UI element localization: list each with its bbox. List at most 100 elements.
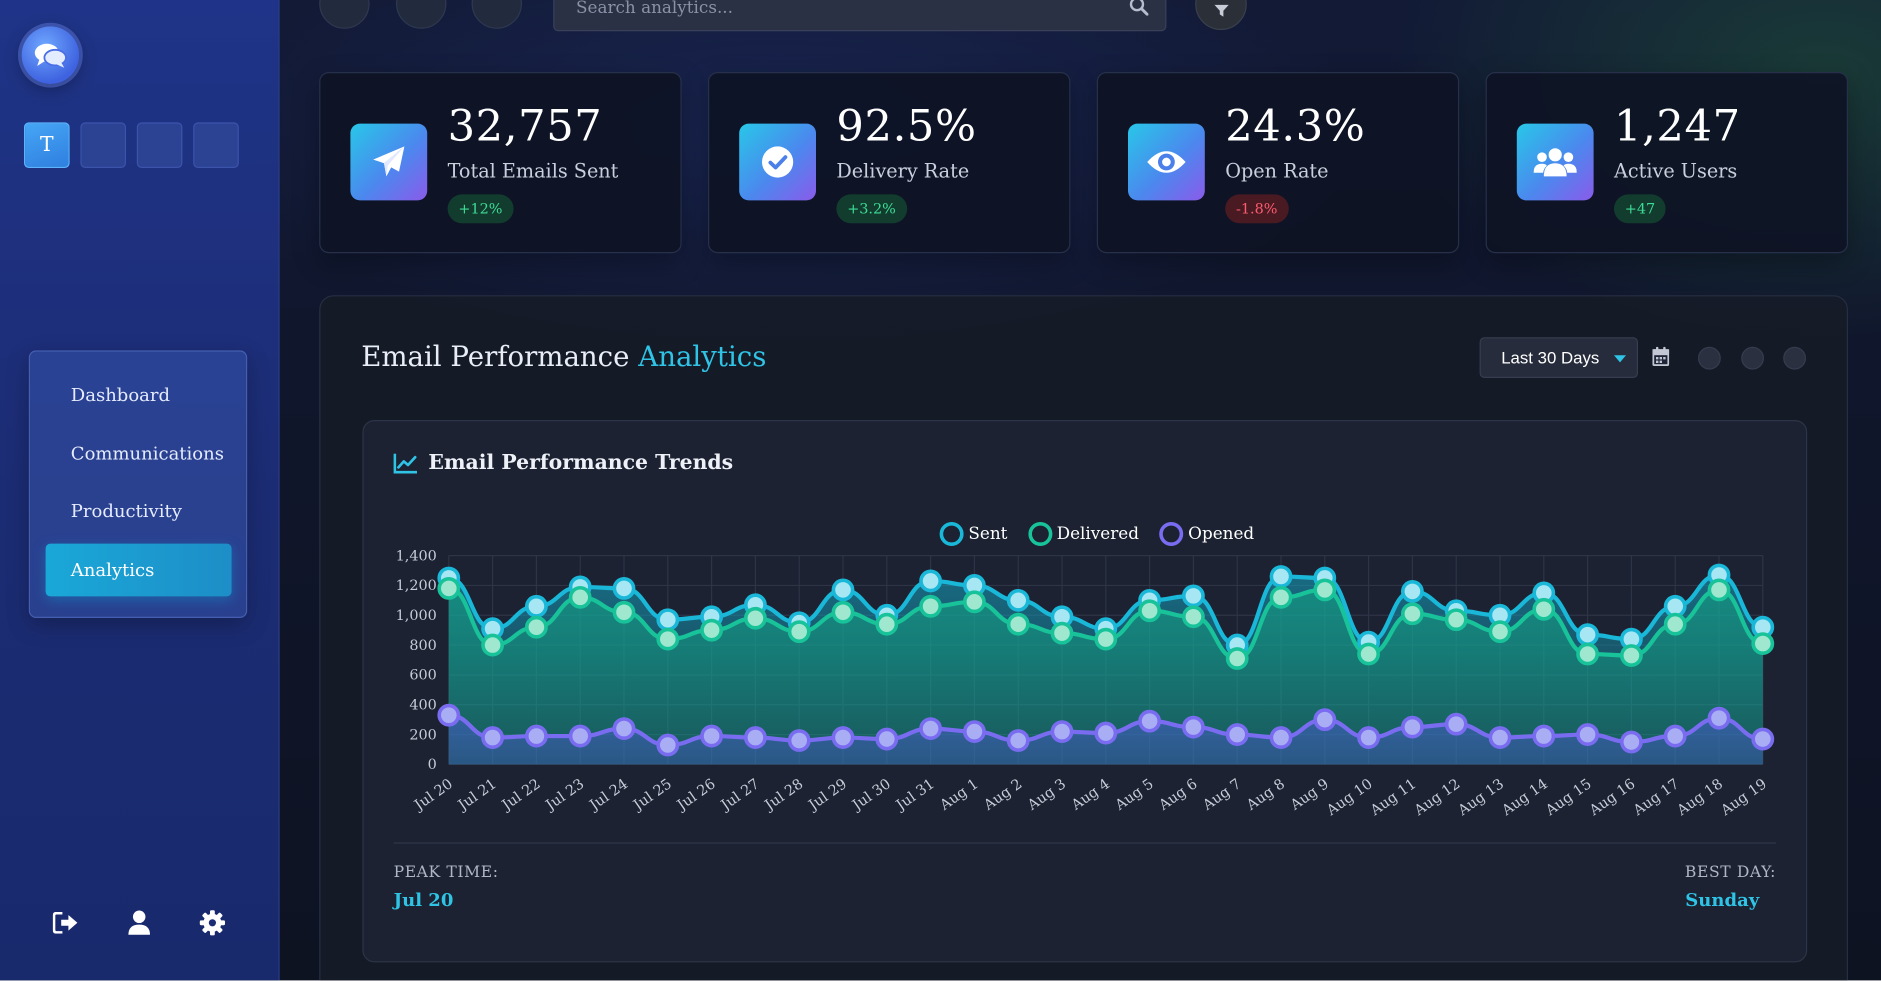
point-opened [1269, 726, 1293, 749]
x-tick-label: Aug 16 [1586, 776, 1638, 819]
sidebar-item-dashboard[interactable]: Dashboard [46, 368, 232, 421]
stat-value: 24.3% [1225, 102, 1366, 152]
point-sent [1182, 584, 1205, 608]
x-tick-label: Aug 13 [1455, 776, 1507, 819]
point-opened [525, 724, 548, 748]
user-icon[interactable] [126, 907, 152, 938]
point-delivered [525, 615, 548, 639]
stat-change-badge: +3.2% [836, 194, 907, 224]
point-delivered [1576, 642, 1600, 666]
y-tick-label: 1,200 [396, 578, 437, 594]
toolbar-button[interactable] [396, 0, 447, 29]
point-opened [656, 733, 680, 757]
point-sent [1006, 588, 1030, 612]
point-sent [831, 578, 855, 602]
x-tick-label: Jul 26 [673, 776, 719, 815]
point-delivered [1751, 632, 1775, 655]
sidebar-item-analytics[interactable]: Analytics [45, 543, 232, 597]
x-tick-label: Jul 23 [542, 776, 588, 815]
chat-logo-icon[interactable] [21, 26, 80, 84]
x-tick-label: Jul 21 [454, 776, 500, 815]
x-tick-label: Jul 29 [804, 776, 850, 815]
point-delivered [437, 577, 461, 600]
point-opened [1663, 724, 1687, 748]
point-opened [612, 717, 636, 741]
workspace-button[interactable] [136, 122, 183, 168]
point-opened [1225, 723, 1249, 746]
stat-card-open-rate: 24.3% Open Rate -1.8% [1096, 72, 1460, 254]
point-delivered [831, 600, 855, 624]
sidebar-footer [52, 907, 226, 938]
toolbar-button[interactable] [319, 0, 370, 29]
point-opened [787, 729, 811, 752]
stat-value: 1,247 [1614, 102, 1741, 152]
point-delivered [1094, 627, 1118, 651]
y-tick-label: 0 [428, 757, 437, 773]
page-title-accent: Analytics [638, 342, 767, 374]
x-tick-label: Aug 12 [1411, 776, 1463, 819]
x-tick-label: Aug 6 [1156, 776, 1201, 814]
x-tick-label: Jul 28 [761, 776, 807, 815]
sidebar-item-communications[interactable]: Communications [46, 427, 232, 480]
x-tick-label: Jul 30 [848, 776, 894, 815]
workspace-button[interactable] [193, 122, 239, 168]
x-tick-label: Aug 19 [1717, 776, 1769, 819]
settings-icon[interactable] [199, 907, 226, 938]
panel-action-button[interactable] [1741, 346, 1765, 370]
point-delivered [1182, 605, 1205, 629]
point-sent [1269, 565, 1293, 588]
toolbar-button[interactable] [471, 0, 522, 29]
peak-time-label: PEAK TIME: [393, 864, 499, 883]
point-opened [1576, 723, 1600, 746]
search-icon[interactable] [1129, 0, 1149, 20]
stat-value: 92.5% [836, 102, 977, 152]
peak-time-value: Jul 20 [393, 889, 454, 911]
filter-button[interactable] [1195, 0, 1247, 31]
point-opened [1313, 708, 1337, 732]
workspace-button[interactable]: T [24, 122, 70, 168]
x-tick-label: Aug 15 [1542, 776, 1594, 819]
workspace-button[interactable] [80, 122, 127, 168]
point-sent [525, 594, 548, 618]
point-delivered [1138, 599, 1162, 623]
stat-change-badge: -1.8% [1225, 194, 1289, 224]
eye-icon [1128, 123, 1205, 201]
x-tick-label: Aug 5 [1112, 776, 1157, 814]
panel-action-button[interactable] [1783, 346, 1807, 370]
x-tick-label: Jul 31 [892, 776, 938, 815]
divider [393, 842, 1777, 844]
x-tick-label: Aug 18 [1674, 776, 1726, 819]
filter-icon [1213, 4, 1229, 17]
stat-label: Total Emails Sent [447, 159, 619, 183]
point-opened [1751, 727, 1775, 751]
point-delivered [1707, 578, 1731, 602]
point-sent [656, 608, 680, 632]
search-bar [553, 0, 1167, 32]
y-tick-label: 400 [409, 698, 436, 714]
x-tick-label: Aug 8 [1243, 776, 1288, 814]
x-tick-label: Jul 22 [498, 776, 544, 815]
date-range-select[interactable]: Last 30 Days [1479, 337, 1639, 378]
calendar-icon[interactable] [1652, 346, 1670, 371]
point-delivered [875, 612, 899, 636]
point-delivered [1050, 621, 1074, 645]
point-opened [1401, 715, 1424, 739]
point-opened [1006, 729, 1030, 752]
point-delivered [1006, 612, 1030, 636]
panel-action-button[interactable] [1698, 346, 1721, 370]
point-delivered [744, 606, 767, 630]
y-tick-label: 1,400 [396, 548, 437, 564]
y-tick-label: 600 [409, 668, 436, 684]
stat-card-active-users: 1,247 Active Users +47 [1485, 72, 1849, 254]
x-tick-label: Aug 3 [1024, 776, 1069, 814]
point-sent [1576, 623, 1600, 647]
best-day-value: Sunday [1685, 889, 1760, 911]
stat-change-badge: +47 [1614, 194, 1666, 224]
point-delivered [1269, 585, 1293, 609]
point-delivered [1488, 620, 1512, 644]
point-opened [481, 726, 505, 749]
search-input[interactable] [576, 0, 1130, 19]
point-opened [1532, 724, 1556, 748]
sidebar-item-productivity[interactable]: Productivity [46, 485, 232, 538]
sign-out-icon[interactable] [52, 907, 79, 938]
